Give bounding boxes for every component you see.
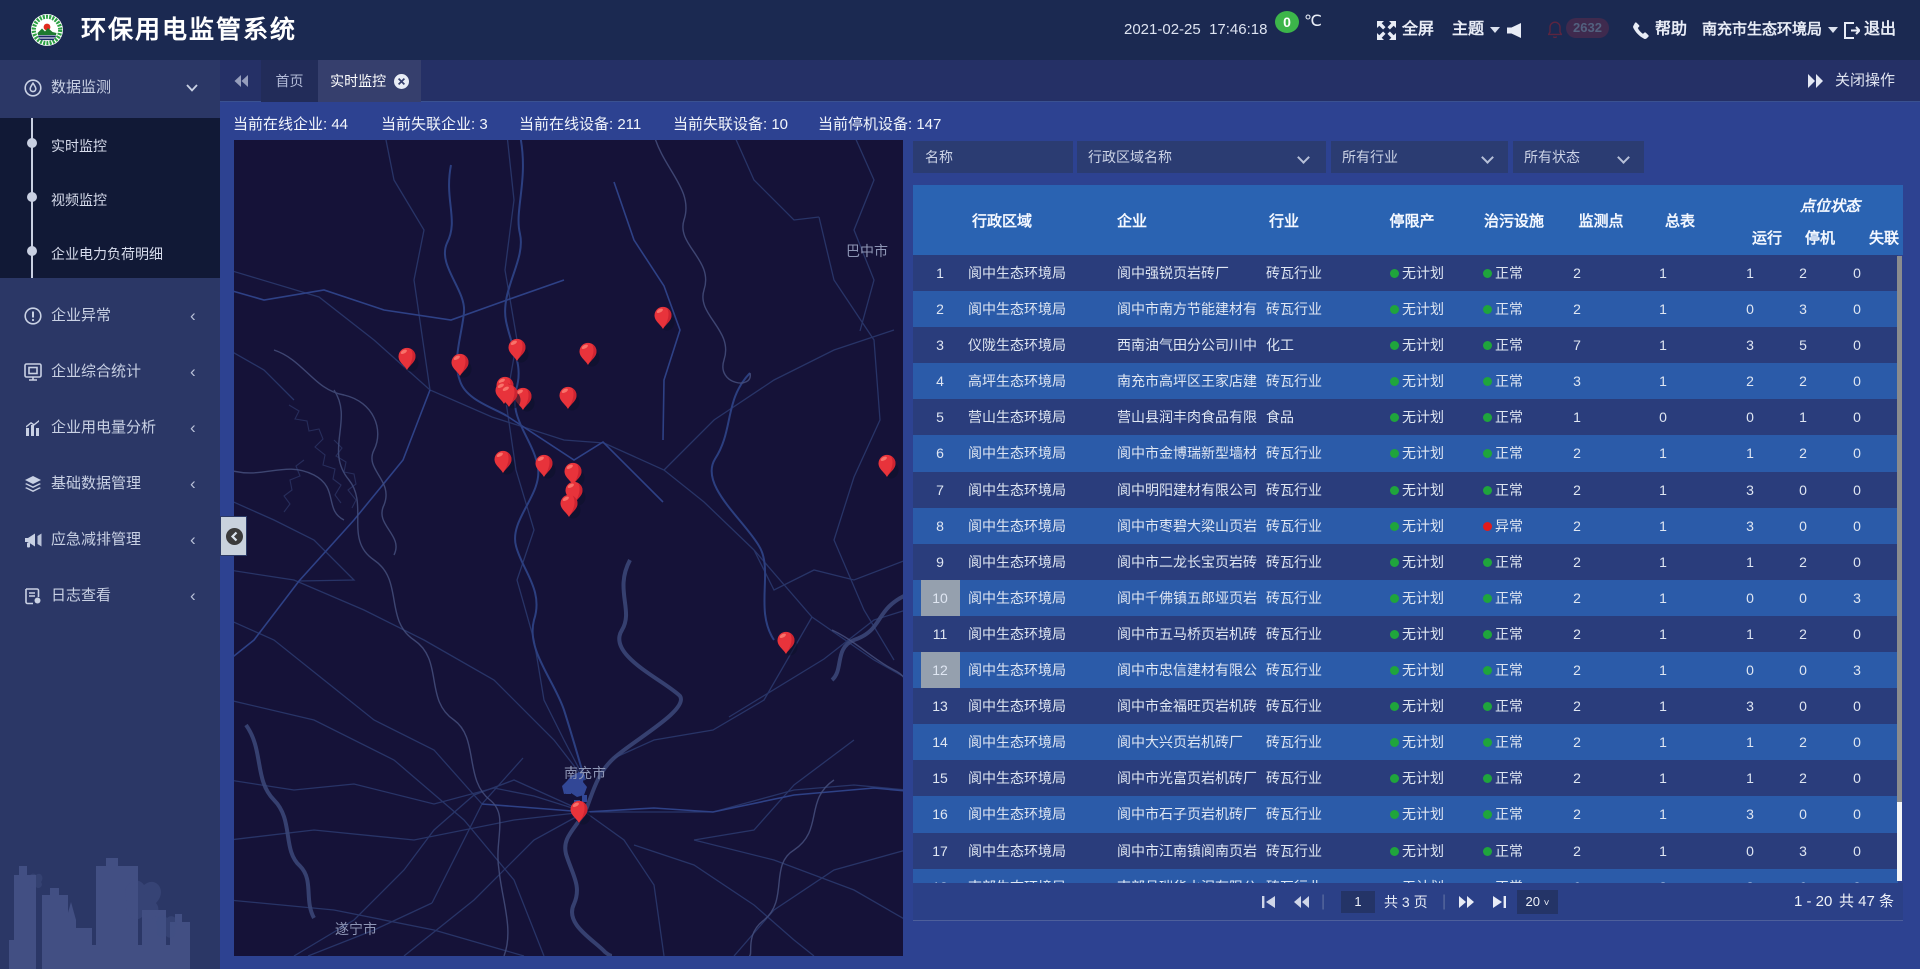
svg-text:南充市: 南充市 bbox=[564, 765, 606, 781]
svg-text:遂宁市: 遂宁市 bbox=[335, 921, 377, 937]
svg-text:巴中市: 巴中市 bbox=[846, 243, 888, 259]
